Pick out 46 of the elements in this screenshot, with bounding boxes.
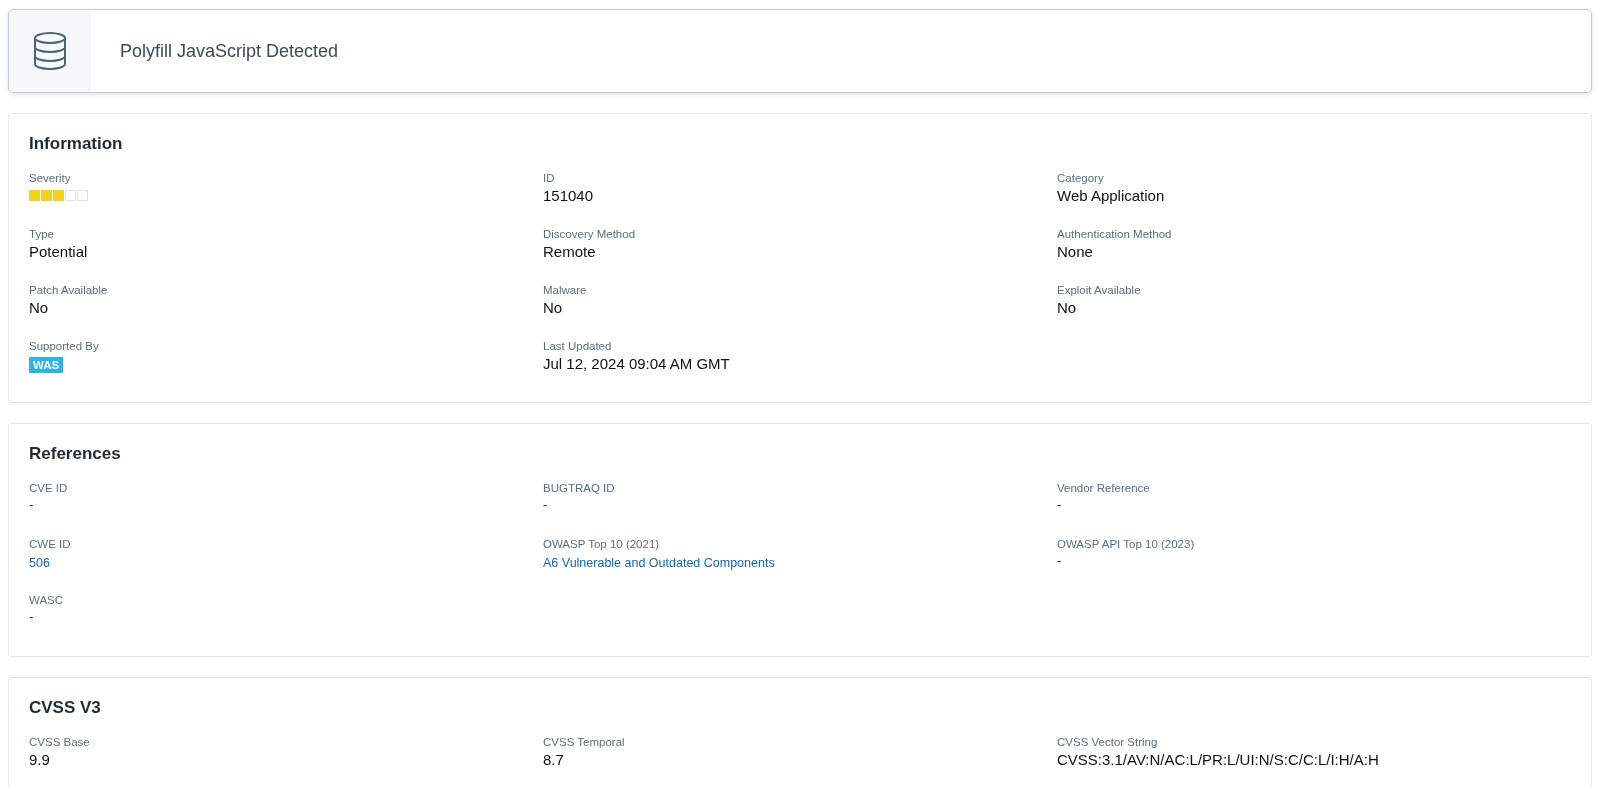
field-label: BUGTRAQ ID bbox=[543, 482, 616, 494]
tag: WAS bbox=[29, 357, 64, 373]
field-label: Last Updated bbox=[543, 340, 613, 352]
field-value: 8.7 bbox=[543, 751, 565, 768]
field-value: Potential bbox=[29, 243, 89, 260]
field-value: 151040 bbox=[543, 187, 595, 204]
field-label: Supported By bbox=[29, 340, 100, 352]
field-label: Discovery Method bbox=[543, 228, 637, 240]
field-label: Authentication Method bbox=[1057, 228, 1173, 240]
section-title: References bbox=[29, 444, 122, 464]
field-label: ID bbox=[543, 172, 556, 184]
field-value: No bbox=[543, 299, 564, 316]
field-label: Patch Available bbox=[29, 284, 109, 296]
field-label: OWASP Top 10 (2021) bbox=[543, 538, 661, 550]
reference-link[interactable]: A6 Vulnerable and Outdated Components bbox=[543, 556, 775, 570]
field-value: - bbox=[1057, 497, 1063, 512]
field-value: No bbox=[1057, 299, 1078, 316]
field-value: Web Application bbox=[1057, 187, 1166, 204]
section-title: Information bbox=[29, 134, 124, 154]
field-value: CVSS:3.1/AV:N/AC:L/PR:L/UI:N/S:C/C:L/I:H/A:H bbox=[1057, 751, 1380, 768]
field-label: WASC bbox=[29, 594, 65, 606]
field-label: CVSS Vector String bbox=[1057, 736, 1159, 748]
field-value: Jul 12, 2024 09:04 AM GMT bbox=[543, 355, 731, 372]
reference-link[interactable]: 506 bbox=[29, 556, 50, 570]
field-label: Type bbox=[29, 228, 55, 240]
field-label: CVSS Base bbox=[29, 736, 91, 748]
field-value: - bbox=[543, 497, 549, 512]
field-value: No bbox=[29, 299, 50, 316]
field-label: CVSS Temporal bbox=[543, 736, 626, 748]
field-value: 9.9 bbox=[29, 751, 51, 768]
field-value: - bbox=[29, 497, 35, 512]
field-label: Severity bbox=[29, 172, 72, 184]
field-label: Category bbox=[1057, 172, 1105, 184]
field-label: Vendor Reference bbox=[1057, 482, 1151, 494]
field-label: OWASP API Top 10 (2023) bbox=[1057, 538, 1196, 550]
field-value: - bbox=[1057, 553, 1063, 568]
field-label: CWE ID bbox=[29, 538, 72, 550]
field-value: None bbox=[1057, 243, 1094, 260]
field-label: Exploit Available bbox=[1057, 284, 1142, 296]
field-label: Malware bbox=[543, 284, 588, 296]
database-icon bbox=[33, 31, 67, 71]
field-value: Remote bbox=[543, 243, 597, 260]
page-title: Polyfill JavaScript Detected bbox=[120, 40, 339, 62]
field-label: CVE ID bbox=[29, 482, 69, 494]
field-value: - bbox=[29, 609, 35, 624]
section-title: CVSS V3 bbox=[29, 698, 102, 718]
